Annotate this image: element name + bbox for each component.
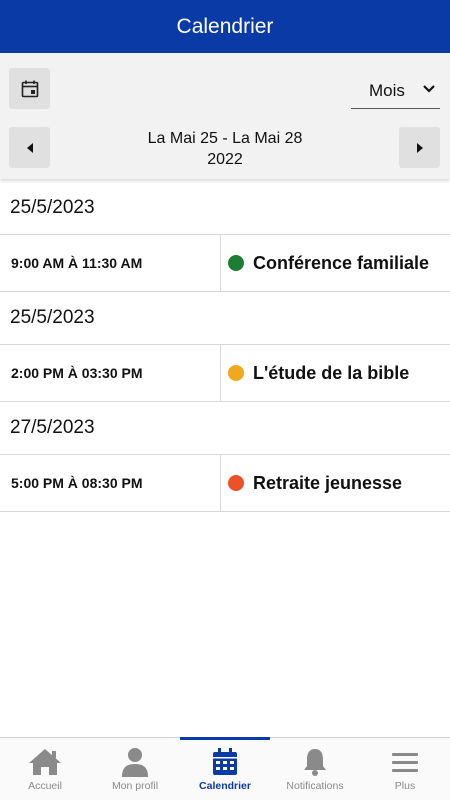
event-color-dot xyxy=(228,475,244,491)
event-info: Retraite jeunesse xyxy=(221,455,450,511)
agenda-date-header: 25/5/2023 xyxy=(0,292,450,345)
view-mode-select[interactable]: Mois xyxy=(351,73,440,109)
event-title: L'étude de la bible xyxy=(253,362,410,383)
app-header: Calendrier xyxy=(0,0,450,53)
today-button[interactable] xyxy=(9,68,50,109)
view-mode-value: Mois xyxy=(369,80,405,100)
bell-icon xyxy=(304,749,326,776)
agenda-date-header: 27/5/2023 xyxy=(0,402,450,455)
tab-plus[interactable]: Plus xyxy=(360,738,450,800)
event-time: 2:00 PM À 03:30 PM xyxy=(0,345,221,401)
tab-label: Notifications xyxy=(286,780,344,792)
tab-notifications[interactable]: Notifications xyxy=(270,738,360,800)
date-range-bar: La Mai 25 - La Mai 28 2022 xyxy=(0,119,450,179)
event-time: 5:00 PM À 08:30 PM xyxy=(0,455,221,511)
event-color-dot xyxy=(228,365,244,381)
event-info: Conférence familiale xyxy=(221,235,450,291)
event-color-dot xyxy=(228,255,244,271)
caret-right-icon xyxy=(416,142,423,153)
calendar-today-icon xyxy=(21,80,38,97)
home-icon xyxy=(29,749,61,775)
date-range-label: La Mai 25 - La Mai 28 2022 xyxy=(100,128,350,170)
tab-calendrier[interactable]: Calendrier xyxy=(180,737,270,800)
page-title: Calendrier xyxy=(176,14,274,38)
menu-icon xyxy=(392,753,418,772)
event-time: 9:00 AM À 11:30 AM xyxy=(0,235,221,291)
tab-label: Accueil xyxy=(28,780,62,792)
agenda-date-header: 25/5/2023 xyxy=(0,182,450,235)
tab-mon-profil[interactable]: Mon profil xyxy=(90,738,180,800)
tab-accueil[interactable]: Accueil xyxy=(0,738,90,800)
tab-label: Calendrier xyxy=(199,780,251,792)
date-range-line1: La Mai 25 - La Mai 28 xyxy=(147,130,303,147)
calendar-toolbar: Mois xyxy=(0,53,450,119)
date-range-year: 2022 xyxy=(207,151,243,168)
next-range-button[interactable] xyxy=(399,127,440,168)
caret-left-icon xyxy=(26,142,33,153)
event-title: Retraite jeunesse xyxy=(253,472,403,493)
agenda-event[interactable]: 5:00 PM À 08:30 PM Retraite jeunesse xyxy=(0,455,450,512)
calendar-icon xyxy=(213,748,237,775)
bottom-tab-bar: Accueil Mon profil Calendrier Notificati… xyxy=(0,737,450,800)
tab-label: Mon profil xyxy=(111,780,159,792)
event-title: Conférence familiale xyxy=(253,252,430,273)
agenda-list: 25/5/2023 9:00 AM À 11:30 AM Conférence … xyxy=(0,182,450,512)
event-info: L'étude de la bible xyxy=(221,345,450,401)
person-icon xyxy=(122,748,148,777)
previous-range-button[interactable] xyxy=(9,127,50,168)
chevron-down-icon xyxy=(423,85,435,93)
agenda-event[interactable]: 9:00 AM À 11:30 AM Conférence familiale xyxy=(0,235,450,292)
agenda-event[interactable]: 2:00 PM À 03:30 PM L'étude de la bible xyxy=(0,345,450,402)
tab-label: Plus xyxy=(394,780,416,792)
